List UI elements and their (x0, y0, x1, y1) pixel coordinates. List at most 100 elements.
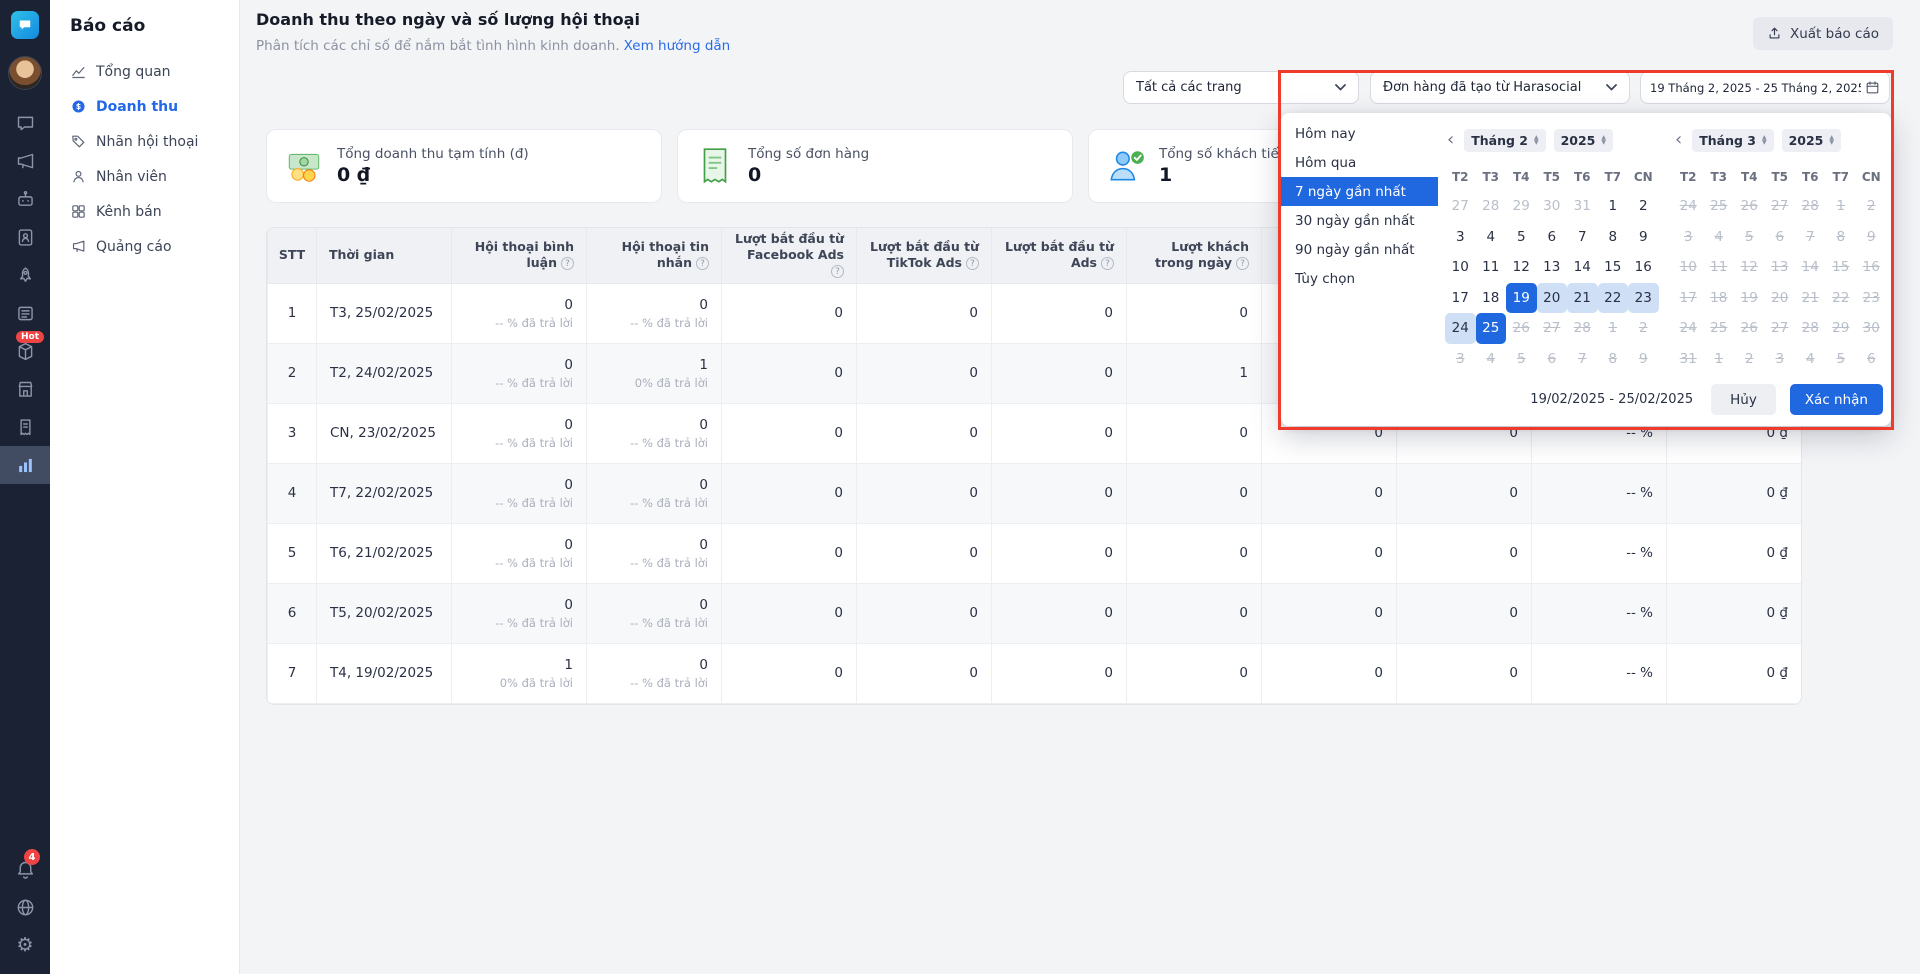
table-cell: 0 (721, 402, 857, 464)
table-row: 4 T7, 22/02/2025 0 -- % đã trả lời 0 -- % đã … (267, 462, 1801, 524)
day-cell[interactable]: 5 (1506, 222, 1537, 253)
info-icon[interactable]: ? (696, 257, 709, 271)
export-report-button[interactable]: Xuất báo cáo (1752, 17, 1893, 50)
harasocial-logo[interactable] (11, 11, 39, 39)
stat-value: 0 (748, 164, 762, 186)
day-cell[interactable]: 2 (1628, 191, 1659, 222)
day-cell: 6 (1866, 350, 1876, 367)
table-cell: 0 (856, 582, 992, 644)
sidebar-item-sales-channels[interactable]: Kênh bán (50, 194, 239, 229)
sidebar-item-ads[interactable]: Quảng cáo (50, 229, 239, 264)
info-icon[interactable]: ? (1101, 257, 1114, 271)
news-icon[interactable] (0, 294, 50, 332)
day-cell[interactable]: 20 (1536, 282, 1567, 313)
rocket-icon[interactable] (0, 256, 50, 294)
table-cell: -- % (1531, 522, 1667, 584)
pages-dropdown[interactable]: Tất cả các trang (1123, 71, 1359, 104)
day-cell: 29 (1512, 198, 1530, 215)
day-cell[interactable]: 13 (1537, 252, 1568, 283)
day-cell[interactable]: 3 (1445, 222, 1476, 253)
bell-icon[interactable]: 4 (0, 849, 50, 880)
order-source-dropdown[interactable]: Đơn hàng đã tạo từ Harasocial (1370, 71, 1630, 104)
day-cell[interactable]: 17 (1445, 283, 1476, 314)
day-cell: 16 (1862, 259, 1880, 276)
day-cell: 25 (1710, 198, 1728, 215)
day-cell: 28 (1801, 320, 1819, 337)
confirm-button[interactable]: Xác nhận (1789, 384, 1883, 415)
day-cell[interactable]: 9 (1628, 222, 1659, 253)
month-select[interactable]: Tháng 3 ▲ ▼ (1692, 128, 1774, 152)
year-select[interactable]: 2025 ▲ ▼ (1553, 128, 1614, 152)
preset-option[interactable]: 30 ngày gần nhất (1281, 206, 1438, 235)
sidebar-item-overview[interactable]: Tổng quan (50, 54, 239, 89)
day-cell[interactable]: 19 (1506, 282, 1537, 313)
day-cell[interactable]: 22 (1597, 282, 1628, 313)
day-cell[interactable]: 25 (1475, 313, 1506, 344)
preset-option[interactable]: Tùy chọn (1281, 264, 1438, 293)
table-cell: -- % (1531, 642, 1667, 704)
prev-month-chevron[interactable]: ‹ (1445, 131, 1456, 149)
day-cell[interactable]: 21 (1567, 282, 1598, 313)
day-cell[interactable]: 7 (1567, 222, 1598, 253)
year-select[interactable]: 2025 ▲ ▼ (1781, 128, 1842, 152)
day-cell: 31 (1573, 198, 1591, 215)
day-cell[interactable]: 10 (1445, 252, 1476, 283)
preset-option[interactable]: 7 ngày gần nhất (1281, 177, 1438, 206)
help-link[interactable]: Xem hướng dẫn (624, 38, 731, 54)
day-cell[interactable]: 12 (1506, 252, 1537, 283)
sidebar-item-staff[interactable]: Nhân viên (50, 159, 239, 194)
chevron-down-icon (1606, 84, 1617, 91)
preset-option[interactable]: 90 ngày gần nhất (1281, 235, 1438, 264)
table-cell: 0 (1126, 642, 1262, 704)
day-cell[interactable]: 8 (1598, 222, 1629, 253)
megaphone-icon[interactable] (0, 142, 50, 180)
weekday-label: T4 (1740, 170, 1758, 184)
sidebar-item-revenue[interactable]: Doanh thu (50, 89, 239, 124)
prev-month-chevron[interactable]: ‹ (1673, 131, 1684, 149)
date-range-input[interactable]: 19 Tháng 2, 2025 - 25 Tháng 2, 2025 (1640, 71, 1890, 104)
day-cell[interactable]: 6 (1537, 222, 1568, 253)
day-cell: 21 (1801, 289, 1819, 306)
page-title: Doanh thu theo ngày và số lượng hội thoạ… (256, 10, 640, 29)
contacts-icon[interactable] (0, 218, 50, 256)
month-select[interactable]: Tháng 2 ▲ ▼ (1464, 128, 1546, 152)
table-cell: 0 (1126, 462, 1262, 524)
day-cell[interactable]: 1 (1598, 191, 1629, 222)
chat-icon[interactable] (0, 104, 50, 142)
info-icon[interactable]: ? (831, 265, 844, 279)
info-icon[interactable]: ? (1236, 257, 1249, 271)
info-icon[interactable]: ? (966, 257, 979, 271)
table-cell: -- % (1531, 582, 1667, 644)
day-cell[interactable]: 16 (1628, 252, 1659, 283)
stat-card-total-orders: Tổng số đơn hàng 0 (677, 129, 1073, 203)
gear-icon[interactable]: ⚙ (0, 934, 50, 956)
day-cell: 27 (1771, 198, 1789, 215)
table-cell: 1 (267, 282, 317, 344)
cancel-button[interactable]: Hủy (1711, 384, 1776, 415)
day-cell: 23 (1862, 289, 1880, 306)
table-cell: 0 (1261, 642, 1397, 704)
analytics-icon[interactable] (0, 446, 50, 484)
day-cell[interactable]: 11 (1476, 252, 1507, 283)
globe-icon[interactable] (0, 896, 50, 918)
day-cell: 4 (1805, 350, 1815, 367)
day-cell[interactable]: 4 (1476, 222, 1507, 253)
weekday-label: T3 (1482, 170, 1500, 184)
invoice-icon[interactable] (0, 408, 50, 446)
preset-option[interactable]: Hôm qua (1281, 148, 1438, 177)
bot-icon[interactable] (0, 180, 50, 218)
day-cell[interactable]: 15 (1598, 252, 1629, 283)
table-cell: 0 (721, 282, 857, 344)
table-cell: 0 -- % đã trả lời (451, 402, 587, 464)
day-cell: 1 (1836, 198, 1846, 215)
user-avatar[interactable] (8, 56, 42, 90)
preset-option[interactable]: Hôm nay (1281, 119, 1438, 148)
info-icon[interactable]: ? (561, 257, 574, 271)
sidebar-item-conversation-tags[interactable]: Nhãn hội thoại (50, 124, 239, 159)
shop-icon[interactable] (0, 370, 50, 408)
day-cell[interactable]: 23 (1628, 282, 1659, 313)
day-cell[interactable]: 24 (1445, 313, 1476, 344)
day-cell[interactable]: 18 (1476, 283, 1507, 314)
report-sidebar: Báo cáo Tổng quan Doanh thu Nhãn hội tho… (50, 0, 240, 974)
day-cell[interactable]: 14 (1567, 252, 1598, 283)
